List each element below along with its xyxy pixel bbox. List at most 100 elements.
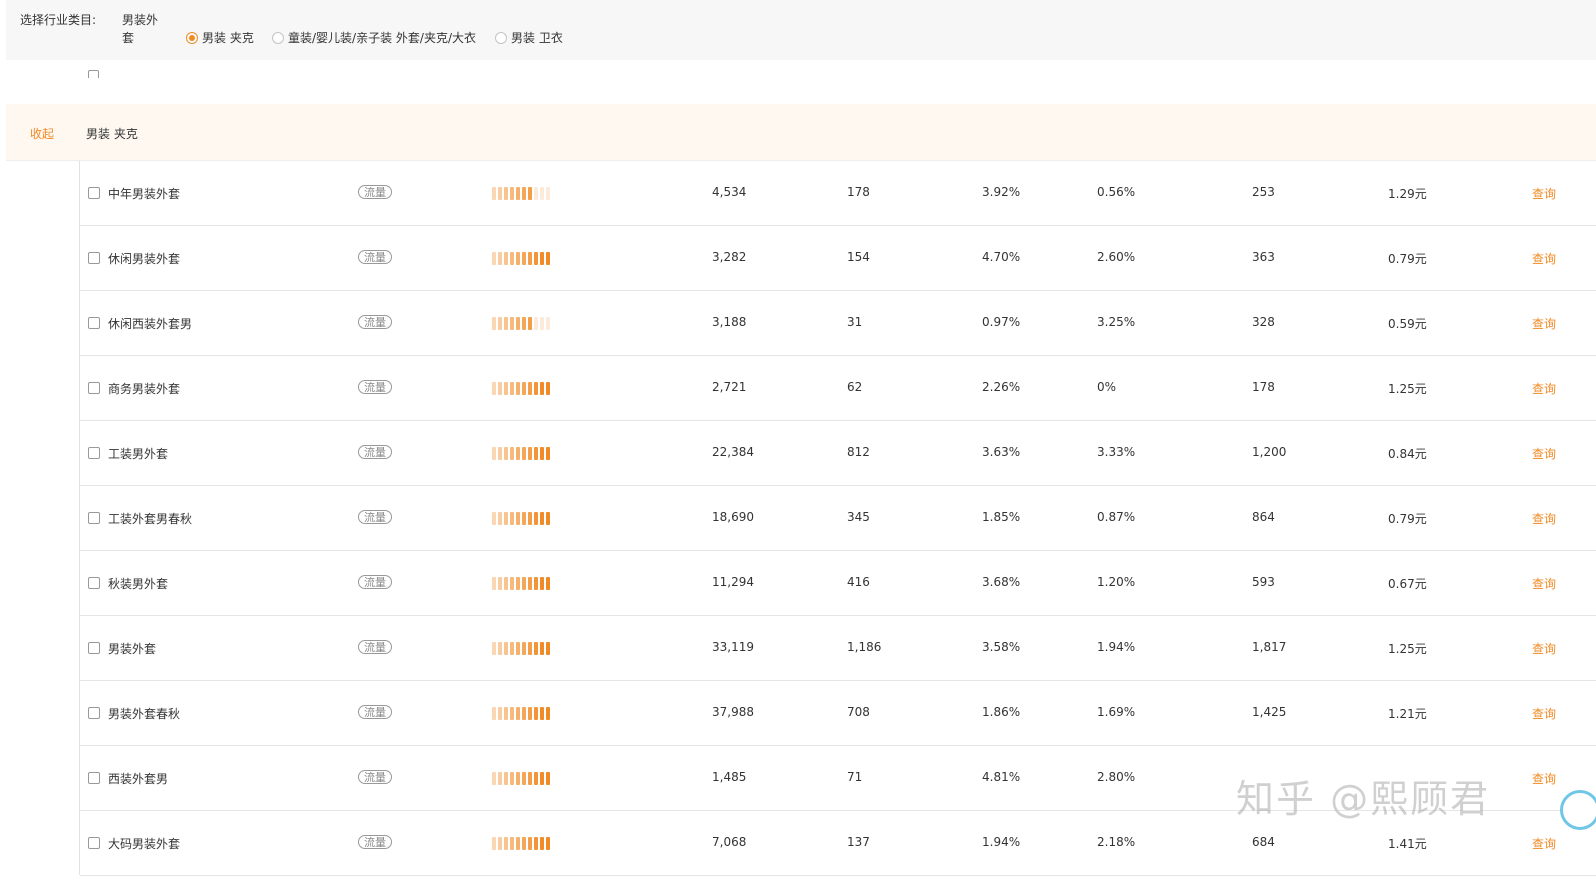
relevance-bar-segment (510, 772, 514, 785)
row-checkbox[interactable] (88, 382, 100, 394)
price-cell: 1.25元 (1388, 642, 1427, 656)
relevance-bar-segment (492, 642, 496, 655)
relevance-bar-segment (516, 642, 520, 655)
competition-cell: 1,425 (1252, 705, 1287, 719)
radio-circle-icon[interactable] (272, 31, 284, 44)
query-link[interactable]: 查询 (1532, 705, 1556, 722)
keyword-cell: 西装外套男 (108, 772, 169, 786)
competition-cell: 864 (1252, 510, 1275, 524)
query-link[interactable]: 查询 (1532, 640, 1556, 657)
query-link[interactable]: 查询 (1532, 185, 1556, 202)
row-checkbox[interactable] (88, 772, 100, 784)
relevance-bar-segment (522, 252, 526, 265)
ctr-cell: 1.85% (982, 510, 1021, 524)
relevance-bar-segment (498, 642, 502, 655)
ctr-cell: 0.97% (982, 315, 1021, 329)
row-checkbox[interactable] (88, 512, 100, 524)
clicks-cell: 708 (847, 705, 870, 719)
row-checkbox[interactable] (88, 837, 100, 849)
radio-label: 男装 夹克 (202, 31, 254, 45)
cvr-cell: 1.94% (1097, 640, 1136, 654)
relevance-bar-segment (516, 707, 520, 720)
relevance-bar-segment (492, 317, 496, 330)
query-link[interactable]: 查询 (1532, 510, 1556, 527)
table-row: 商务男装外套 流量 2,721 62 2.26% 0% 178 1.25元 查询 (80, 356, 1596, 421)
relevance-bar-segment (546, 187, 550, 200)
query-link[interactable]: 查询 (1532, 835, 1556, 852)
relevance-bar-segment (534, 512, 538, 525)
relevance-bar-segment (522, 512, 526, 525)
relevance-bar-segment (528, 382, 532, 395)
price-cell: 0.59元 (1388, 317, 1427, 331)
row-checkbox[interactable] (88, 642, 100, 654)
query-link[interactable]: 查询 (1532, 315, 1556, 332)
row-checkbox[interactable] (88, 252, 100, 264)
radio-option-kids[interactable]: 童装/婴儿装/亲子装 外套/夹克/大衣 (272, 29, 476, 46)
clicks-cell: 31 (847, 315, 863, 329)
table-row: 男装外套 流量 33,119 1,186 3.58% 1.94% 1,817 1.25元 查询 (80, 616, 1596, 681)
row-checkbox[interactable] (88, 187, 100, 199)
reason-badge: 流量 (358, 705, 392, 719)
relevance-bar-segment (522, 382, 526, 395)
select-all-checkbox[interactable] (88, 70, 99, 78)
ctr-cell: 3.63% (982, 445, 1021, 459)
filter-label: 选择行业类目: (20, 13, 97, 27)
cvr-cell: 0% (1097, 380, 1117, 394)
collapse-button[interactable]: 收起 (30, 125, 54, 142)
impressions-cell: 1,485 (712, 770, 747, 784)
query-link[interactable]: 查询 (1532, 380, 1556, 397)
group-name: 男装 夹克 (86, 127, 138, 141)
floating-assistant-icon[interactable] (1560, 790, 1596, 830)
relevance-bar-segment (540, 447, 544, 460)
price-cell: 0.79元 (1388, 512, 1427, 526)
query-link[interactable]: 查询 (1532, 770, 1556, 787)
query-link[interactable]: 查询 (1532, 445, 1556, 462)
table-row: 中年男装外套 流量 4,534 178 3.92% 0.56% 253 1.29元 查询 (80, 161, 1596, 226)
relevance-bar-segment (498, 317, 502, 330)
relevance-bar-segment (546, 512, 550, 525)
query-link[interactable]: 查询 (1532, 250, 1556, 267)
group-row: 收起 男装 夹克 (6, 104, 1596, 161)
relevance-bar-segment (504, 447, 508, 460)
relevance-bar-segment (540, 252, 544, 265)
relevance-bar-segment (498, 772, 502, 785)
row-checkbox[interactable] (88, 317, 100, 329)
relevance-bar-segment (534, 382, 538, 395)
relevance-bar-segment (546, 447, 550, 460)
impressions-cell: 18,690 (712, 510, 754, 524)
cvr-cell: 1.69% (1097, 705, 1136, 719)
relevance-bars (492, 772, 550, 785)
relevance-bar-segment (510, 512, 514, 525)
radio-circle-icon[interactable] (495, 31, 507, 44)
relevance-bar-segment (540, 512, 544, 525)
table-row: 男装外套春秋 流量 37,988 708 1.86% 1.69% 1,425 1.21元 查询 (80, 681, 1596, 746)
query-link[interactable]: 查询 (1532, 575, 1556, 592)
price-cell: 0.67元 (1388, 577, 1427, 591)
table-row: 休闲男装外套 流量 3,282 154 4.70% 2.60% 363 0.79元 查询 (80, 226, 1596, 291)
relevance-bar-segment (522, 317, 526, 330)
relevance-bar-segment (498, 837, 502, 850)
relevance-bar-segment (546, 707, 550, 720)
row-checkbox[interactable] (88, 577, 100, 589)
relevance-bar-segment (528, 707, 532, 720)
row-checkbox[interactable] (88, 447, 100, 459)
relevance-bar-segment (534, 577, 538, 590)
relevance-bar-segment (492, 187, 496, 200)
relevance-bar-segment (534, 707, 538, 720)
table-row: 工装男外套 流量 22,384 812 3.63% 3.33% 1,200 0.84元 查询 (80, 421, 1596, 486)
radio-option-jacket[interactable]: 男装 夹克 (186, 29, 254, 46)
relevance-bar-segment (546, 642, 550, 655)
ctr-cell: 4.70% (982, 250, 1021, 264)
radio-option-hoodie[interactable]: 男装 卫衣 (495, 29, 563, 46)
clicks-cell: 137 (847, 835, 870, 849)
impressions-cell: 3,282 (712, 250, 747, 264)
keyword-cell: 中年男装外套 (108, 187, 181, 201)
radio-circle-icon[interactable] (186, 31, 198, 44)
cvr-cell: 3.25% (1097, 315, 1136, 329)
relevance-bar-segment (528, 642, 532, 655)
row-checkbox[interactable] (88, 707, 100, 719)
ctr-cell: 3.58% (982, 640, 1021, 654)
relevance-bar-segment (516, 577, 520, 590)
reason-badge: 流量 (358, 770, 392, 784)
ctr-cell: 2.26% (982, 380, 1021, 394)
